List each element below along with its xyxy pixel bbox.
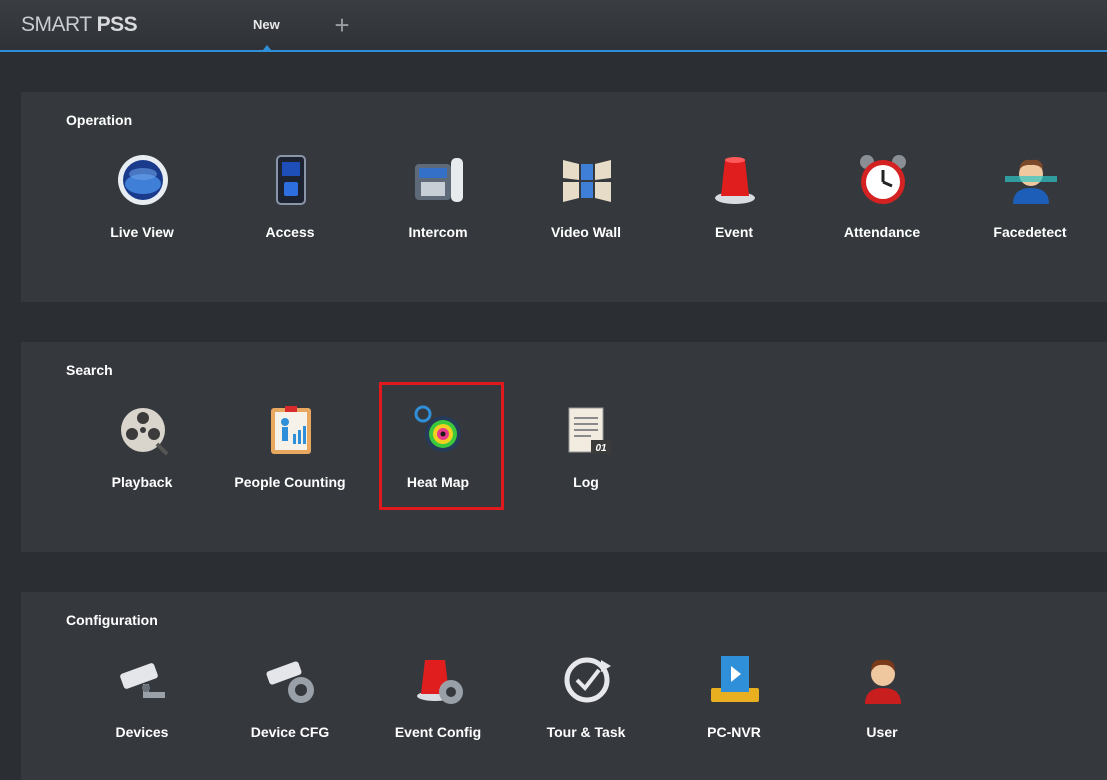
- section-search: Search Playback People Counting Heat Map…: [21, 342, 1107, 552]
- tour-task-icon: [564, 657, 611, 703]
- tile-devices[interactable]: Devices: [68, 648, 216, 748]
- people-counting-icon: [271, 406, 311, 454]
- tab-new[interactable]: New: [253, 17, 280, 32]
- tile-label: Video Wall: [550, 224, 621, 240]
- tile-label: People Counting: [234, 474, 346, 490]
- tile-event-config[interactable]: Event Config: [364, 648, 512, 748]
- tile-device-cfg[interactable]: Device CFG: [216, 648, 364, 748]
- tile-label: Log: [573, 474, 599, 490]
- tile-label: Event Config: [394, 724, 482, 740]
- tile-event[interactable]: Event: [660, 148, 808, 248]
- app-logo: SMART PSS: [21, 13, 138, 36]
- intercom-icon: [415, 158, 463, 202]
- tile-intercom[interactable]: Intercom: [364, 148, 512, 248]
- log-icon: 01: [568, 407, 611, 454]
- tile-label: Devices: [115, 724, 169, 740]
- playback-icon: [121, 408, 169, 456]
- video-wall-icon: [563, 160, 611, 202]
- access-icon: [276, 155, 306, 205]
- active-tab-indicator: [263, 45, 271, 50]
- section-title: Search: [66, 362, 113, 378]
- tile-live-view[interactable]: Live View: [68, 148, 216, 248]
- tile-label: User: [866, 724, 898, 740]
- log-icon-text: 01: [595, 443, 607, 454]
- tile-access[interactable]: Access: [216, 148, 364, 248]
- event-config-icon: [417, 660, 463, 704]
- tile-people-counting[interactable]: People Counting: [216, 398, 364, 498]
- tile-attendance[interactable]: Attendance: [808, 148, 956, 248]
- facedetect-icon: [1005, 159, 1057, 204]
- devices-icon: [120, 663, 165, 698]
- tile-tour-task[interactable]: Tour & Task: [512, 648, 660, 748]
- section-title: Operation: [66, 112, 133, 128]
- live-view-icon: [118, 155, 168, 205]
- tile-label: Attendance: [843, 224, 921, 240]
- section-configuration: Configuration Devices Device CFG Event C…: [21, 592, 1107, 780]
- tile-user[interactable]: User: [808, 648, 956, 748]
- tile-label: Intercom: [408, 224, 468, 240]
- pc-nvr-icon: [711, 656, 759, 702]
- tile-label: Tour & Task: [546, 724, 626, 740]
- device-cfg-icon: [266, 661, 314, 703]
- tile-label: Event: [714, 224, 754, 240]
- tile-video-wall[interactable]: Video Wall: [512, 148, 660, 248]
- top-bar: SMART PSS New +: [0, 0, 1107, 52]
- add-tab-button[interactable]: +: [330, 12, 354, 38]
- heat-map-highlight-box: [379, 382, 504, 510]
- tile-label: Device CFG: [250, 724, 330, 740]
- tile-playback[interactable]: Playback: [68, 398, 216, 498]
- tile-label: PC-NVR: [707, 724, 761, 740]
- section-title: Configuration: [66, 612, 158, 628]
- tile-label: Access: [265, 224, 315, 240]
- attendance-icon: [860, 155, 906, 204]
- tile-label: Live View: [110, 224, 174, 240]
- tile-log[interactable]: 01 Log: [512, 398, 660, 498]
- event-icon: [715, 157, 755, 204]
- tile-label: Facedetect: [993, 224, 1067, 240]
- user-icon: [865, 659, 901, 704]
- section-operation: Operation Live View Access Intercom Vide…: [21, 92, 1107, 302]
- tile-label: Playback: [111, 474, 173, 490]
- tile-facedetect[interactable]: Facedetect: [956, 148, 1104, 248]
- tile-pc-nvr[interactable]: PC-NVR: [660, 648, 808, 748]
